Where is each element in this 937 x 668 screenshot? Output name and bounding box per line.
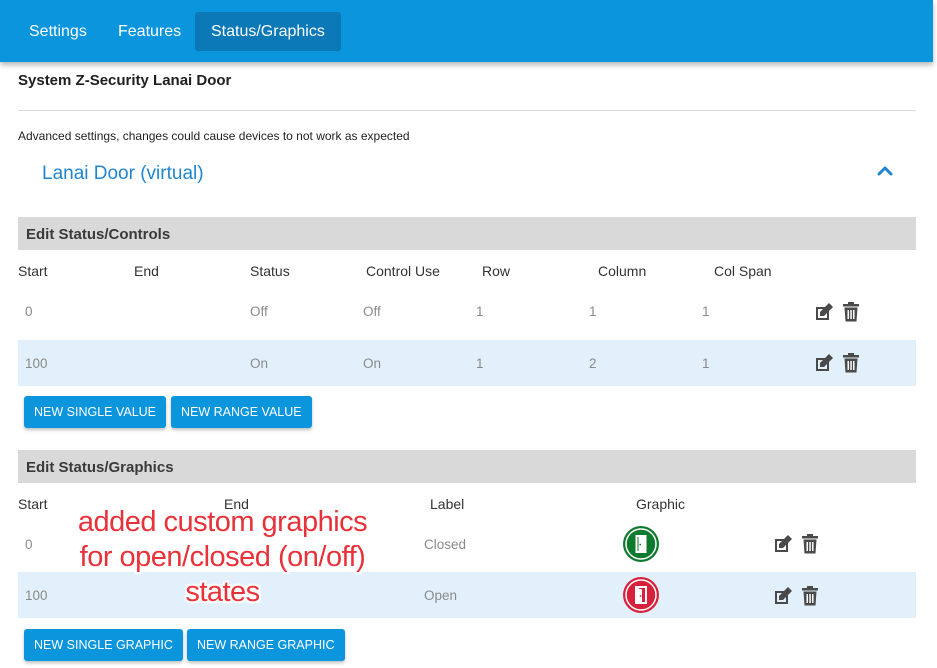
cell-start: 0 bbox=[25, 304, 33, 319]
cell-start: 100 bbox=[25, 356, 48, 371]
cell-column: 2 bbox=[589, 356, 597, 371]
col-header-graphic: Graphic bbox=[636, 496, 686, 512]
col-header-status: Status bbox=[250, 263, 290, 279]
door-open-icon bbox=[623, 577, 659, 613]
new-single-value-button[interactable]: NEW SINGLE VALUE bbox=[24, 396, 167, 428]
annotation-text: added custom graphics for open/closed (o… bbox=[50, 505, 395, 610]
table-row: 0 Off Off 1 1 1 bbox=[18, 288, 916, 334]
section-title: Edit Status/Graphics bbox=[26, 459, 174, 476]
cell-label: Open bbox=[424, 588, 458, 603]
annotation-line: added custom graphics bbox=[77, 506, 368, 538]
cell-control-use: Off bbox=[363, 304, 381, 319]
page-title: System Z-Security Lanai Door bbox=[18, 72, 232, 89]
col-header-control-use: Control Use bbox=[366, 263, 440, 279]
cell-status: On bbox=[250, 356, 269, 371]
cell-label: Closed bbox=[424, 537, 467, 552]
section-title: Edit Status/Controls bbox=[26, 226, 171, 243]
tab-settings[interactable]: Settings bbox=[13, 12, 103, 51]
col-header-col-span: Col Span bbox=[714, 263, 772, 279]
trash-icon[interactable] bbox=[841, 353, 861, 373]
edit-icon[interactable] bbox=[814, 302, 834, 322]
table-row: 100 On On 1 2 1 bbox=[18, 340, 916, 386]
cell-start: 0 bbox=[25, 537, 33, 552]
cell-col-span: 1 bbox=[702, 356, 710, 371]
cell-control-use: On bbox=[363, 356, 382, 371]
edit-icon[interactable] bbox=[814, 353, 834, 373]
new-single-graphic-button[interactable]: NEW SINGLE GRAPHIC bbox=[24, 629, 183, 661]
edit-icon[interactable] bbox=[773, 586, 793, 606]
device-name[interactable]: Lanai Door (virtual) bbox=[42, 163, 204, 185]
col-header-label: Label bbox=[430, 496, 465, 512]
cell-start: 100 bbox=[25, 588, 48, 603]
trash-icon[interactable] bbox=[800, 586, 820, 606]
new-range-value-button[interactable]: NEW RANGE VALUE bbox=[171, 396, 312, 428]
trash-icon[interactable] bbox=[800, 534, 820, 554]
warning-text: Advanced settings, changes could cause d… bbox=[18, 129, 410, 143]
divider bbox=[18, 110, 916, 111]
tab-features[interactable]: Features bbox=[102, 12, 197, 51]
col-header-start: Start bbox=[18, 496, 48, 512]
cell-col-span: 1 bbox=[702, 304, 710, 319]
cell-row: 1 bbox=[476, 356, 484, 371]
door-closed-icon bbox=[623, 526, 659, 562]
trash-icon[interactable] bbox=[841, 302, 861, 322]
annotation-line: for open/closed (on/off) bbox=[79, 541, 366, 573]
col-header-column: Column bbox=[598, 263, 647, 279]
cell-status: Off bbox=[250, 304, 268, 319]
status-controls-header: Edit Status/Controls bbox=[18, 217, 916, 250]
col-header-row: Row bbox=[482, 263, 511, 279]
cell-column: 1 bbox=[589, 304, 597, 319]
edit-icon[interactable] bbox=[773, 534, 793, 554]
status-graphics-header: Edit Status/Graphics bbox=[18, 450, 916, 483]
col-header-start: Start bbox=[18, 263, 48, 279]
cell-row: 1 bbox=[476, 304, 484, 319]
col-header-end: End bbox=[134, 263, 159, 279]
annotation-line: states bbox=[185, 576, 260, 608]
chevron-up-icon[interactable] bbox=[876, 164, 894, 178]
top-nav-bar: Settings Features Status/Graphics bbox=[0, 0, 933, 62]
new-range-graphic-button[interactable]: NEW RANGE GRAPHIC bbox=[187, 629, 345, 661]
tab-status-graphics[interactable]: Status/Graphics bbox=[195, 12, 341, 51]
